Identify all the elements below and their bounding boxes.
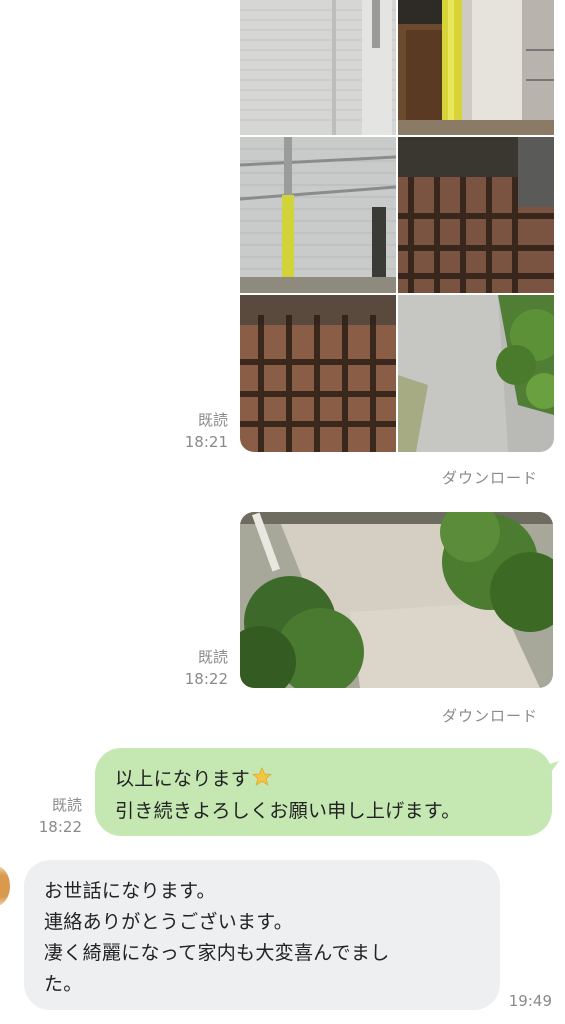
read-label: 既読 <box>51 796 82 814</box>
photo-wall-scaffold[interactable] <box>240 137 396 293</box>
download-link[interactable]: ダウンロード <box>442 467 538 488</box>
star-icon <box>252 766 273 787</box>
download-link[interactable]: ダウンロード <box>442 705 538 726</box>
timestamp: 18:22 <box>184 670 228 688</box>
photo-message-steps[interactable] <box>240 512 553 688</box>
message-text-line: 連絡ありがとうございます。 <box>44 911 294 933</box>
message-text-line: 以上になります <box>115 768 251 790</box>
timestamp: 18:21 <box>184 433 228 451</box>
photo-wall-siding[interactable] <box>240 0 396 135</box>
photo-garden-path[interactable] <box>398 295 554 452</box>
photo-entrance-door[interactable] <box>398 0 554 135</box>
message-text-line: た。 <box>44 973 83 995</box>
read-label: 既読 <box>197 648 228 666</box>
photo-deck-shadows[interactable] <box>398 137 554 293</box>
read-label: 既読 <box>197 411 228 429</box>
single-photo-read-status: 既読 18:22 <box>170 646 228 690</box>
received-message-bubble[interactable]: お世話になります。 連絡ありがとうございます。 凄く綺麗になって家内も大変喜んで… <box>24 860 500 1010</box>
sent-message-bubble[interactable]: 以上になります 引き続きよろしくお願い申し上げます。 <box>95 748 552 836</box>
message-text-line: お世話になります。 <box>44 880 216 902</box>
photo-grid-message[interactable] <box>240 0 554 452</box>
photo-grid-read-status: 既読 18:21 <box>170 409 228 453</box>
timestamp: 18:22 <box>38 818 82 836</box>
photo-deck-floor[interactable] <box>240 295 396 452</box>
received-timestamp: 19:49 <box>508 992 552 1010</box>
message-text-line: 引き続きよろしくお願い申し上げます。 <box>115 800 461 822</box>
message-text-line: 凄く綺麗になって家内も大変喜んでまし <box>44 942 390 964</box>
sent-read-status: 既読 18:22 <box>24 794 82 838</box>
sender-avatar[interactable] <box>0 866 10 906</box>
